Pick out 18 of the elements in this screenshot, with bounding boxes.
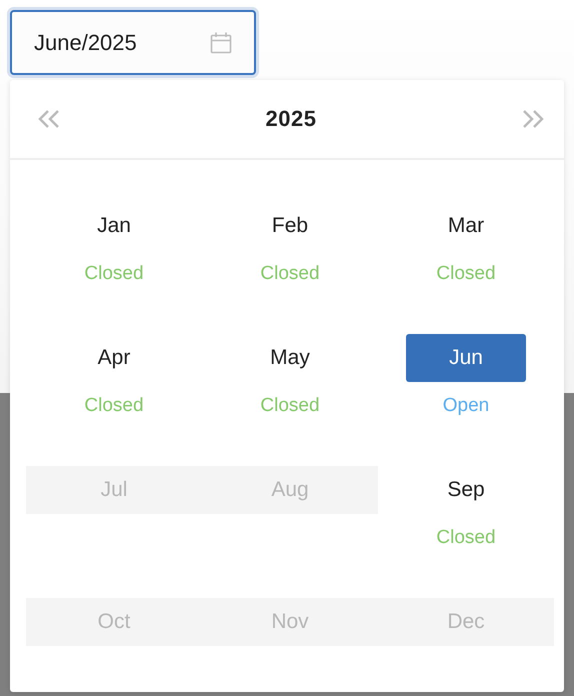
status-label: Closed	[84, 394, 144, 418]
month-button[interactable]: Jun	[406, 334, 526, 382]
status-label: Closed	[436, 262, 496, 286]
double-chevron-left-icon	[36, 109, 62, 129]
month-button[interactable]: Jan	[54, 202, 174, 250]
date-field[interactable]: June/2025	[10, 10, 256, 75]
calendar-icon	[210, 32, 232, 54]
month-button[interactable]: Sep	[406, 466, 526, 514]
status-label: Closed	[84, 262, 144, 286]
year-label: 2025	[266, 106, 316, 132]
month-button[interactable]: Feb	[230, 202, 350, 250]
status-label: Closed	[436, 526, 496, 550]
status-label: Open	[442, 394, 490, 418]
month-button[interactable]: May	[230, 334, 350, 382]
status-label: Closed	[260, 262, 320, 286]
month-button[interactable]: Apr	[54, 334, 174, 382]
status-label: Closed	[260, 394, 320, 418]
month-button[interactable]: Mar	[406, 202, 526, 250]
